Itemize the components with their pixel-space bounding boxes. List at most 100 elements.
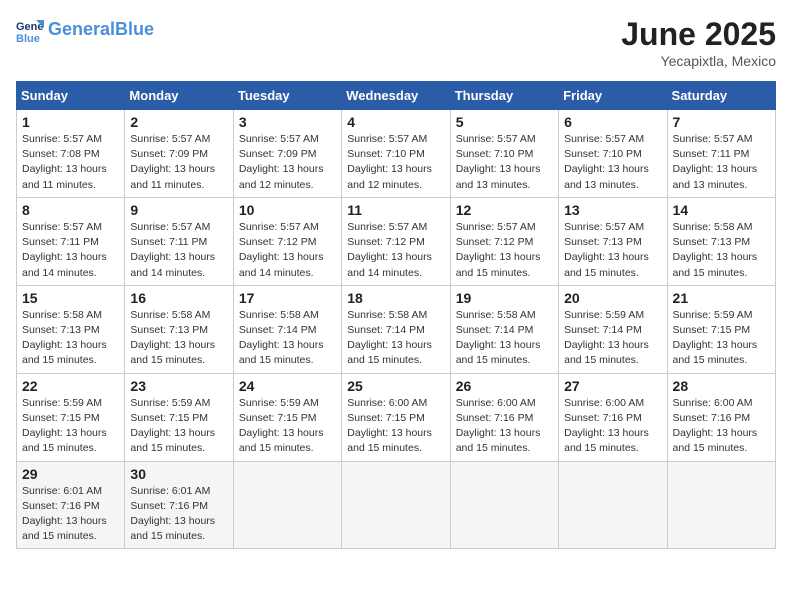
calendar-cell (233, 461, 341, 549)
day-info: Sunrise: 6:00 AMSunset: 7:16 PMDaylight:… (673, 396, 770, 457)
weekday-header-tuesday: Tuesday (233, 82, 341, 110)
calendar-cell: 17 Sunrise: 5:58 AMSunset: 7:14 PMDayligh… (233, 285, 341, 373)
calendar-week-row: 29Sunrise: 6:01 AMSunset: 7:16 PMDayligh… (17, 461, 776, 549)
day-info: Sunrise: 5:57 AMSunset: 7:10 PMDaylight:… (456, 132, 553, 193)
calendar-cell: 8 Sunrise: 5:57 AMSunset: 7:11 PMDaylight… (17, 197, 125, 285)
day-number: 25 (347, 378, 444, 394)
day-number: 14 (673, 202, 770, 218)
day-info: Sunrise: 5:58 AMSunset: 7:13 PMDaylight:… (130, 308, 227, 369)
day-info: Sunrise: 5:57 AMSunset: 7:12 PMDaylight:… (456, 220, 553, 281)
calendar-cell (559, 461, 667, 549)
day-number: 26 (456, 378, 553, 394)
day-number: 10 (239, 202, 336, 218)
day-number: 7 (673, 114, 770, 130)
calendar-cell: 19 Sunrise: 5:58 AMSunset: 7:14 PMDayligh… (450, 285, 558, 373)
day-number: 17 (239, 290, 336, 306)
day-info: Sunrise: 5:58 AMSunset: 7:14 PMDaylight:… (456, 308, 553, 369)
day-number: 5 (456, 114, 553, 130)
calendar-cell: 14Sunrise: 5:58 AMSunset: 7:13 PMDayligh… (667, 197, 775, 285)
day-number: 8 (22, 202, 119, 218)
day-info: Sunrise: 6:00 AMSunset: 7:16 PMDaylight:… (456, 396, 553, 457)
calendar-cell: 20 Sunrise: 5:59 AMSunset: 7:14 PMDayligh… (559, 285, 667, 373)
calendar-cell (342, 461, 450, 549)
day-info: Sunrise: 5:57 AMSunset: 7:09 PMDaylight:… (130, 132, 227, 193)
calendar-cell (450, 461, 558, 549)
day-info: Sunrise: 5:57 AMSunset: 7:12 PMDaylight:… (239, 220, 336, 281)
day-number: 28 (673, 378, 770, 394)
day-info: Sunrise: 6:00 AMSunset: 7:15 PMDaylight:… (347, 396, 444, 457)
month-title: June 2025 (621, 16, 776, 53)
logo: General Blue GeneralBlue (16, 16, 154, 44)
logo-icon: General Blue (16, 16, 44, 44)
weekday-header-monday: Monday (125, 82, 233, 110)
calendar-cell: 4Sunrise: 5:57 AMSunset: 7:10 PMDaylight… (342, 110, 450, 198)
day-info: Sunrise: 6:01 AMSunset: 7:16 PMDaylight:… (22, 484, 119, 545)
weekday-header-saturday: Saturday (667, 82, 775, 110)
page-header: General Blue GeneralBlue June 2025 Yecap… (16, 16, 776, 69)
logo-general: General (48, 19, 115, 39)
day-number: 3 (239, 114, 336, 130)
calendar-cell: 18 Sunrise: 5:58 AMSunset: 7:14 PMDayligh… (342, 285, 450, 373)
day-number: 24 (239, 378, 336, 394)
day-number: 19 (456, 290, 553, 306)
day-info: Sunrise: 6:01 AMSunset: 7:16 PMDaylight:… (130, 484, 227, 545)
day-number: 13 (564, 202, 661, 218)
day-info: Sunrise: 5:58 AMSunset: 7:13 PMDaylight:… (22, 308, 119, 369)
day-info: Sunrise: 5:59 AMSunset: 7:15 PMDaylight:… (130, 396, 227, 457)
calendar-cell: 11 Sunrise: 5:57 AMSunset: 7:12 PMDayligh… (342, 197, 450, 285)
calendar-cell: 24 Sunrise: 5:59 AMSunset: 7:15 PMDayligh… (233, 373, 341, 461)
calendar-cell: 26 Sunrise: 6:00 AMSunset: 7:16 PMDayligh… (450, 373, 558, 461)
day-number: 11 (347, 202, 444, 218)
day-info: Sunrise: 5:57 AMSunset: 7:10 PMDaylight:… (564, 132, 661, 193)
day-number: 15 (22, 290, 119, 306)
day-info: Sunrise: 5:59 AMSunset: 7:14 PMDaylight:… (564, 308, 661, 369)
weekday-header-friday: Friday (559, 82, 667, 110)
calendar-cell: 10 Sunrise: 5:57 AMSunset: 7:12 PMDayligh… (233, 197, 341, 285)
weekday-header-sunday: Sunday (17, 82, 125, 110)
calendar-cell: 27 Sunrise: 6:00 AMSunset: 7:16 PMDayligh… (559, 373, 667, 461)
day-number: 18 (347, 290, 444, 306)
day-info: Sunrise: 5:57 AMSunset: 7:10 PMDaylight:… (347, 132, 444, 193)
calendar-week-row: 15 Sunrise: 5:58 AMSunset: 7:13 PMDayligh… (17, 285, 776, 373)
day-number: 20 (564, 290, 661, 306)
calendar-cell: 9Sunrise: 5:57 AMSunset: 7:11 PMDaylight… (125, 197, 233, 285)
location: Yecapixtla, Mexico (621, 53, 776, 69)
calendar-cell: 13 Sunrise: 5:57 AMSunset: 7:13 PMDayligh… (559, 197, 667, 285)
day-info: Sunrise: 5:57 AMSunset: 7:13 PMDaylight:… (564, 220, 661, 281)
day-info: Sunrise: 5:59 AMSunset: 7:15 PMDaylight:… (239, 396, 336, 457)
day-info: Sunrise: 5:57 AMSunset: 7:12 PMDaylight:… (347, 220, 444, 281)
day-info: Sunrise: 6:00 AMSunset: 7:16 PMDaylight:… (564, 396, 661, 457)
calendar-table: SundayMondayTuesdayWednesdayThursdayFrid… (16, 81, 776, 549)
title-area: June 2025 Yecapixtla, Mexico (621, 16, 776, 69)
day-number: 23 (130, 378, 227, 394)
day-number: 9 (130, 202, 227, 218)
day-number: 27 (564, 378, 661, 394)
day-info: Sunrise: 5:58 AMSunset: 7:14 PMDaylight:… (239, 308, 336, 369)
day-number: 6 (564, 114, 661, 130)
calendar-week-row: 22Sunrise: 5:59 AMSunset: 7:15 PMDayligh… (17, 373, 776, 461)
day-info: Sunrise: 5:59 AMSunset: 7:15 PMDaylight:… (22, 396, 119, 457)
day-number: 21 (673, 290, 770, 306)
day-info: Sunrise: 5:58 AMSunset: 7:14 PMDaylight:… (347, 308, 444, 369)
logo-text-line1: GeneralBlue (48, 20, 154, 40)
day-number: 16 (130, 290, 227, 306)
day-number: 12 (456, 202, 553, 218)
weekday-header-wednesday: Wednesday (342, 82, 450, 110)
calendar-cell: 7Sunrise: 5:57 AMSunset: 7:11 PMDaylight… (667, 110, 775, 198)
calendar-cell: 3Sunrise: 5:57 AMSunset: 7:09 PMDaylight… (233, 110, 341, 198)
weekday-header-row: SundayMondayTuesdayWednesdayThursdayFrid… (17, 82, 776, 110)
day-number: 30 (130, 466, 227, 482)
calendar-cell: 30 Sunrise: 6:01 AMSunset: 7:16 PMDayligh… (125, 461, 233, 549)
calendar-cell: 2 Sunrise: 5:57 AMSunset: 7:09 PMDaylight… (125, 110, 233, 198)
calendar-cell (667, 461, 775, 549)
weekday-header-thursday: Thursday (450, 82, 558, 110)
calendar-cell: 21 Sunrise: 5:59 AMSunset: 7:15 PMDayligh… (667, 285, 775, 373)
day-info: Sunrise: 5:57 AMSunset: 7:11 PMDaylight:… (22, 220, 119, 281)
day-info: Sunrise: 5:57 AMSunset: 7:08 PMDaylight:… (22, 132, 119, 193)
day-info: Sunrise: 5:59 AMSunset: 7:15 PMDaylight:… (673, 308, 770, 369)
calendar-cell: 23 Sunrise: 5:59 AMSunset: 7:15 PMDayligh… (125, 373, 233, 461)
calendar-cell: 6 Sunrise: 5:57 AMSunset: 7:10 PMDaylight… (559, 110, 667, 198)
calendar-cell: 29Sunrise: 6:01 AMSunset: 7:16 PMDayligh… (17, 461, 125, 549)
day-number: 2 (130, 114, 227, 130)
logo-blue: Blue (115, 19, 154, 39)
